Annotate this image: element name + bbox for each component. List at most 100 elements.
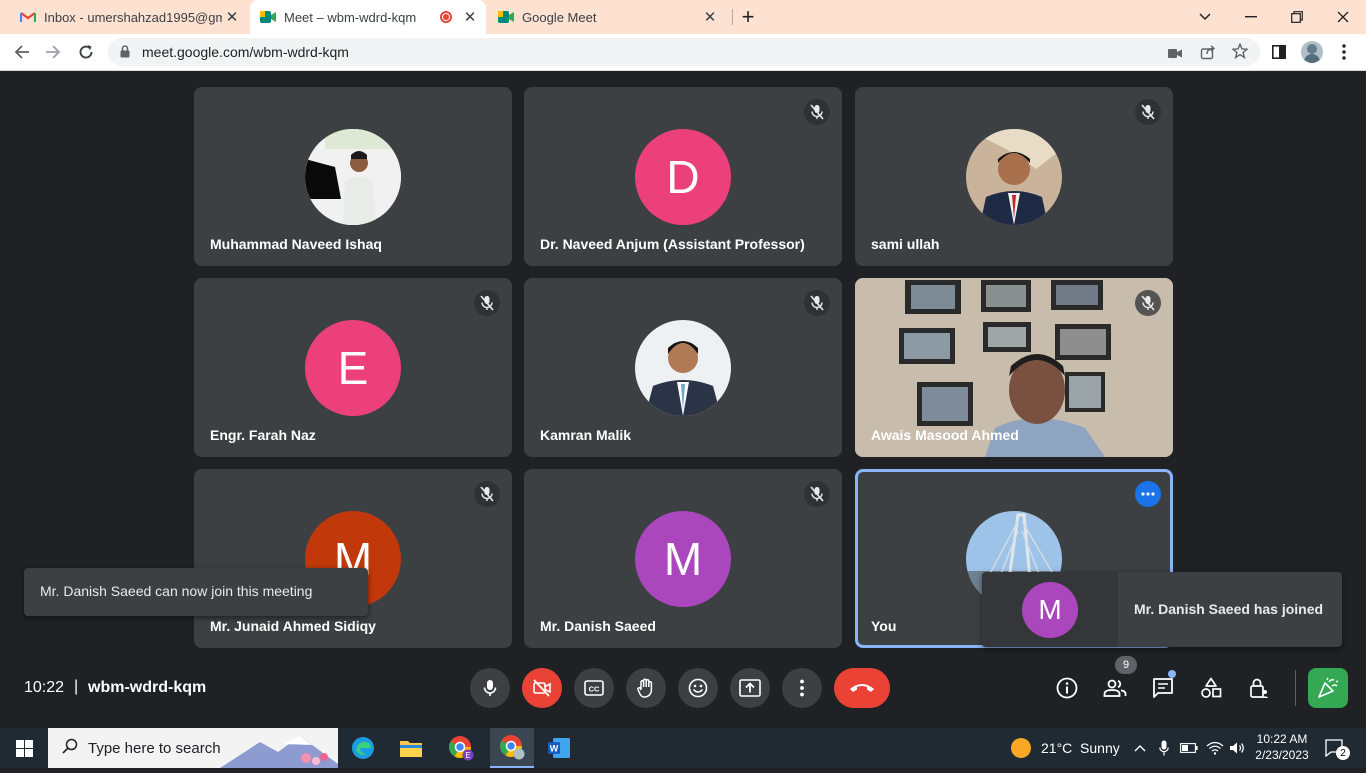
profile-avatar[interactable] <box>1299 39 1325 65</box>
reactions-button[interactable] <box>678 668 718 708</box>
camera-off-button[interactable] <box>522 668 562 708</box>
forward-button[interactable] <box>40 39 66 65</box>
tab-search-button[interactable] <box>1182 0 1228 34</box>
host-controls-button[interactable] <box>1245 674 1273 702</box>
mic-off-icon <box>804 290 830 316</box>
participant-name: sami ullah <box>871 236 940 252</box>
share-icon[interactable] <box>1200 44 1216 65</box>
activities-button[interactable] <box>1197 674 1225 702</box>
people-icon <box>1103 679 1127 697</box>
bookmark-star-icon[interactable] <box>1231 42 1249 64</box>
leave-call-button[interactable] <box>834 668 890 708</box>
svg-text:CC: CC <box>589 685 600 694</box>
avatar: D <box>635 129 731 225</box>
svg-text:W: W <box>550 744 559 754</box>
chrome-profile-taskbar-icon[interactable]: E <box>442 728 480 768</box>
chrome-menu-button[interactable] <box>1331 39 1357 65</box>
windows-logo-icon <box>15 739 33 757</box>
toast-text: Mr. Danish Saeed has joined <box>1134 601 1324 617</box>
file-explorer-taskbar-icon[interactable] <box>392 728 430 768</box>
taskbar-clock[interactable]: 10:22 AM 2/23/2023 <box>1250 731 1314 763</box>
search-highlight-image <box>220 728 338 768</box>
gmail-icon <box>20 9 36 25</box>
edge-taskbar-icon[interactable] <box>344 728 382 768</box>
new-tab-button[interactable]: + <box>725 0 771 34</box>
microphone-icon <box>483 680 497 696</box>
microphone-tray-icon[interactable] <box>1154 728 1174 768</box>
google-meet-icon <box>260 9 276 25</box>
url-text[interactable]: meet.google.com/wbm-wdrd-kqm <box>142 44 349 60</box>
mic-off-icon <box>804 99 830 125</box>
chat-button[interactable] <box>1149 674 1177 702</box>
side-panel-icon <box>1272 45 1286 59</box>
end-call-icon <box>850 684 874 692</box>
volume-icon[interactable] <box>1227 728 1247 768</box>
meeting-code: wbm-wdrd-kqm <box>88 679 207 696</box>
tab-google-meet[interactable]: Google Meet ✕ <box>490 0 726 34</box>
meeting-details-button[interactable] <box>1053 674 1081 702</box>
chrome-active-taskbar-icon[interactable] <box>490 728 534 768</box>
profile-photo <box>305 129 401 225</box>
lock-icon[interactable] <box>120 45 130 63</box>
taskbar-search-box[interactable]: Type here to search <box>48 728 338 768</box>
show-hidden-icons-button[interactable] <box>1130 728 1150 768</box>
captions-button[interactable]: CC <box>574 668 614 708</box>
tab-meet-active[interactable]: Meet – wbm-wdrd-kqm ✕ <box>250 0 486 34</box>
closed-captions-icon: CC <box>584 680 604 696</box>
word-taskbar-icon[interactable]: W <box>540 728 578 768</box>
participant-name: Engr. Farah Naz <box>210 427 316 443</box>
avatar: E <box>305 320 401 416</box>
hand-icon <box>637 678 653 698</box>
tab-inbox[interactable]: Inbox - umershahzad1995@gmai ✕ <box>8 0 248 34</box>
avatar <box>966 129 1062 225</box>
wifi-icon[interactable] <box>1204 728 1226 768</box>
avatar <box>305 129 401 225</box>
weather-icon[interactable] <box>1008 728 1034 768</box>
microphone-button[interactable] <box>470 668 510 708</box>
close-window-button[interactable] <box>1320 0 1366 34</box>
close-icon[interactable]: ✕ <box>222 8 242 26</box>
close-icon[interactable]: ✕ <box>460 8 480 26</box>
battery-icon[interactable] <box>1178 728 1200 768</box>
chevron-up-icon <box>1134 745 1146 752</box>
people-count-badge: 9 <box>1115 656 1137 674</box>
chat-icon <box>1153 678 1173 698</box>
separator: | <box>74 678 79 695</box>
participant-tile-video[interactable]: Awais Masood Ahmed <box>855 278 1173 457</box>
party-popper-icon <box>1318 677 1339 698</box>
google-meet-icon <box>498 9 514 25</box>
participant-tile[interactable]: Kamran Malik <box>524 278 842 457</box>
close-icon[interactable]: ✕ <box>700 8 720 26</box>
lock-person-icon <box>1250 678 1269 698</box>
participant-tile[interactable]: sami ullah <box>855 87 1173 266</box>
minimize-button[interactable] <box>1228 0 1274 34</box>
more-options-button[interactable] <box>782 668 822 708</box>
camera-in-use-icon[interactable] <box>1168 46 1182 64</box>
participant-name: Awais Masood Ahmed <box>871 427 1019 443</box>
present-now-button[interactable] <box>730 668 770 708</box>
raise-hand-button[interactable] <box>626 668 666 708</box>
more-options-icon[interactable] <box>1135 481 1161 507</box>
restore-button[interactable] <box>1274 0 1320 34</box>
weather-text[interactable]: 21°C Sunny <box>1041 740 1120 756</box>
back-button[interactable] <box>9 39 35 65</box>
tab-title: Meet – wbm-wdrd-kqm <box>284 9 417 25</box>
reload-button[interactable] <box>73 39 99 65</box>
join-permission-toast: Mr. Danish Saeed can now join this meeti… <box>24 568 368 616</box>
participant-tile[interactable]: E Engr. Farah Naz <box>194 278 512 457</box>
mic-off-icon <box>1135 99 1161 125</box>
profile-photo <box>635 320 731 416</box>
side-panel-button[interactable] <box>1266 39 1292 65</box>
chat-unread-dot <box>1168 670 1176 678</box>
profile-photo <box>966 129 1062 225</box>
address-bar[interactable]: meet.google.com/wbm-wdrd-kqm <box>108 38 1260 66</box>
participant-tile[interactable]: Muhammad Naveed Ishaq <box>194 87 512 266</box>
profile-photo <box>1301 41 1323 63</box>
celebration-button[interactable] <box>1308 668 1348 708</box>
divider <box>1295 670 1296 706</box>
participant-tile[interactable]: M Mr. Junaid Ahmed Sidiqy <box>194 469 512 648</box>
participant-tile[interactable]: M Mr. Danish Saeed <box>524 469 842 648</box>
people-button[interactable] <box>1101 674 1129 702</box>
participant-tile[interactable]: D Dr. Naveed Anjum (Assistant Professor) <box>524 87 842 266</box>
start-button[interactable] <box>0 728 48 768</box>
